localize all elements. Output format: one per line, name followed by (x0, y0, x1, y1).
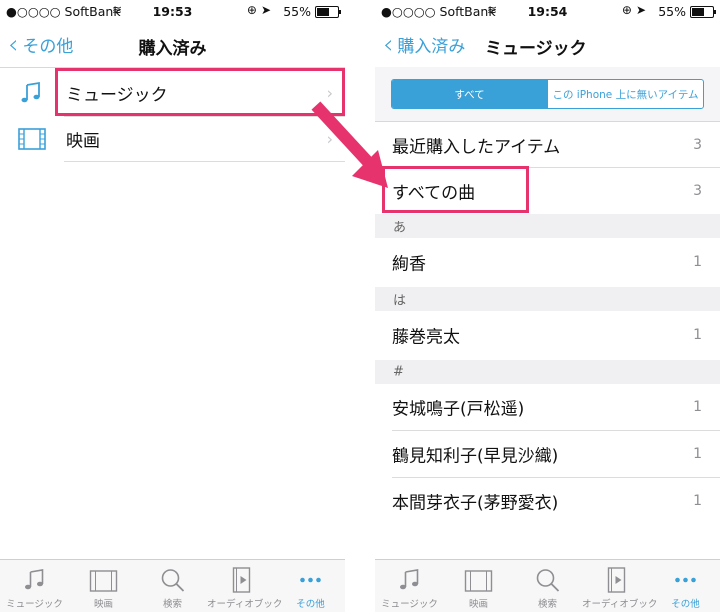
audiobook-icon (232, 567, 251, 593)
item-count: 1 (693, 327, 702, 343)
list-item-label: 安城鳴子(戸松遥) (392, 399, 525, 420)
tab-label: その他 (671, 599, 700, 610)
right-screen: ●○○○○ SoftBank ≋ 19:54 ⊕➤ 55% ‹ 購入済み ミュー… (375, 0, 720, 612)
highlight-box-music (55, 68, 345, 116)
list-item-movies[interactable]: 映画 › (0, 117, 345, 161)
film-icon (464, 570, 493, 592)
back-button[interactable]: ‹ 購入済み (383, 29, 466, 60)
tab-bar: ミュージック 映画 検索 オーディオブック その他 (375, 559, 720, 612)
chevron-right-icon: › (326, 129, 333, 149)
tab-label: その他 (296, 599, 325, 610)
segmented-control: すべて この iPhone 上に無いアイテム (391, 79, 704, 109)
list-item-label: 映画 (66, 131, 100, 152)
item-count: 1 (693, 493, 702, 509)
tab-search[interactable]: 検索 (513, 560, 582, 612)
more-dots-icon (300, 577, 321, 583)
film-icon (89, 570, 118, 592)
list-item-artist[interactable]: 絢香 1 (375, 238, 720, 286)
item-count: 1 (693, 446, 702, 462)
tab-bar: ミュージック 映画 検索 オーディオブック その他 (0, 559, 345, 612)
list-item-recent[interactable]: 最近購入したアイテム 3 (375, 122, 720, 167)
battery-percent: 55% (283, 4, 311, 19)
chevron-left-icon: ‹ (383, 29, 394, 60)
list-item-label: 鶴見知利子(早見沙織) (392, 446, 559, 467)
tab-label: 映画 (468, 599, 488, 610)
status-bar: ●○○○○ SoftBank ≋ 19:53 ⊕➤ 55% (0, 0, 345, 22)
list-item-label: 絢香 (392, 254, 426, 275)
section-header-label: # (393, 364, 404, 380)
section-header-label: は (393, 293, 407, 309)
segment-not-on-device[interactable]: この iPhone 上に無いアイテム (547, 80, 703, 108)
section-header: # (375, 360, 720, 384)
tab-more[interactable]: その他 (651, 560, 720, 612)
tab-music[interactable]: ミュージック (0, 560, 69, 612)
list-item-label: 藤巻亮太 (392, 327, 460, 348)
item-count: 1 (693, 399, 702, 415)
lock-location-icon: ⊕➤ (621, 3, 650, 17)
section-header: あ (375, 214, 720, 238)
section-header-label: あ (393, 220, 407, 236)
tab-movies[interactable]: 映画 (69, 560, 138, 612)
divider (64, 161, 345, 162)
tab-label: 検索 (537, 599, 557, 610)
search-icon (536, 569, 560, 592)
nav-bar: ‹ 購入済み ミュージック (375, 22, 720, 68)
audiobook-icon (607, 567, 626, 593)
music-note-icon (25, 569, 44, 590)
tab-music[interactable]: ミュージック (375, 560, 444, 612)
page-title: 購入済み (138, 39, 207, 59)
page-title: ミュージック (485, 39, 587, 59)
tab-audiobooks[interactable]: オーディオブック (582, 560, 658, 612)
list-item-artist[interactable]: 鶴見知利子(早見沙織) 1 (375, 431, 720, 477)
tab-label: 検索 (162, 599, 182, 610)
lock-location-icon: ⊕➤ (246, 3, 275, 17)
gap (345, 0, 375, 612)
segment-all[interactable]: すべて (392, 80, 547, 108)
tab-label: オーディオブック (582, 599, 658, 610)
item-count: 3 (693, 136, 702, 153)
item-count: 3 (693, 182, 702, 199)
list-item-artist[interactable]: 本間芽衣子(茅野愛衣) 1 (375, 478, 720, 524)
battery-icon (690, 6, 716, 18)
filter-bar: すべて この iPhone 上に無いアイテム (375, 67, 720, 122)
list-item-label: 最近購入したアイテム (392, 137, 561, 157)
battery-percent: 55% (658, 4, 686, 19)
tab-label: 映画 (93, 599, 113, 610)
tab-label: ミュージック (6, 599, 63, 610)
tab-more[interactable]: その他 (276, 560, 345, 612)
battery-icon (315, 6, 341, 18)
nav-bar: ‹ その他 購入済み (0, 22, 345, 68)
highlight-box-all-songs (382, 166, 529, 213)
tab-label: ミュージック (381, 599, 438, 610)
tab-label: オーディオブック (207, 599, 283, 610)
film-icon (18, 128, 46, 150)
tab-search[interactable]: 検索 (138, 560, 207, 612)
more-dots-icon (675, 577, 696, 583)
music-note-icon (400, 569, 419, 590)
music-note-icon (21, 81, 40, 103)
status-bar: ●○○○○ SoftBank ≋ 19:54 ⊕➤ 55% (375, 0, 720, 22)
item-count: 1 (693, 254, 702, 270)
tab-movies[interactable]: 映画 (444, 560, 513, 612)
list-item-label: 本間芽衣子(茅野愛衣) (392, 493, 559, 514)
list-item-artist[interactable]: 安城鳴子(戸松遥) 1 (375, 384, 720, 430)
section-header: は (375, 287, 720, 311)
back-label: 購入済み (397, 37, 466, 57)
search-icon (161, 569, 185, 592)
tab-audiobooks[interactable]: オーディオブック (207, 560, 283, 612)
list-item-artist[interactable]: 藤巻亮太 1 (375, 311, 720, 359)
